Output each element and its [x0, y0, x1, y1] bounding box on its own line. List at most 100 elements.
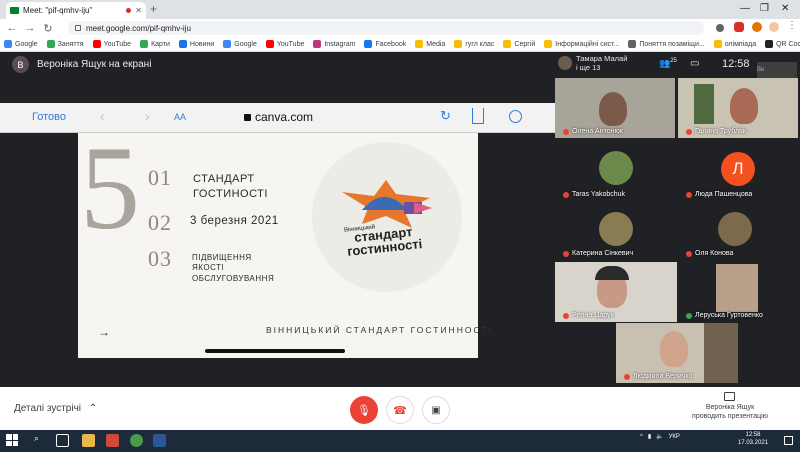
slide-footer: ВІННИЦЬКИЙ СТАНДАРТ ГОСТИННОСТІ	[266, 325, 493, 335]
volume-icon[interactable]: 🔈	[656, 433, 663, 440]
bookmark-favicon-icon	[223, 40, 232, 48]
chrome-icon[interactable]	[130, 434, 143, 447]
bookmark-item[interactable]: Сергій	[503, 40, 535, 48]
participant-tile[interactable]: Леруська Гуртовенко	[678, 262, 800, 322]
file-explorer-icon[interactable]	[82, 434, 95, 447]
leave-call-button[interactable]: ☎	[386, 396, 414, 424]
reload-icon[interactable]: ↻	[42, 22, 54, 35]
bookmark-item[interactable]: Заняття	[46, 40, 84, 48]
slide-item-text: ПІДВИЩЕННЯ ЯКОСТІ ОБСЛУГОВУВАННЯ	[192, 253, 275, 283]
bookmark-favicon-icon	[46, 40, 55, 48]
participant-tile[interactable]: Л Люда Пашенцова	[678, 141, 798, 201]
camera-toggle-button[interactable]: ▣	[422, 396, 450, 424]
maximize-icon[interactable]: ❐	[760, 3, 769, 14]
shared-reload-icon: ↻	[440, 108, 451, 123]
search-icon[interactable]: ⌕	[34, 433, 39, 444]
mic-off-icon	[563, 128, 569, 135]
meet-time: 12:58	[722, 58, 750, 70]
keyboard-language[interactable]: УКР	[669, 434, 680, 440]
participant-tile[interactable]: Оля Конова	[678, 200, 798, 260]
back-icon[interactable]: ←	[6, 22, 18, 34]
mic-off-icon	[563, 250, 569, 257]
menu-icon[interactable]: ⋮	[787, 20, 797, 31]
meeting-details-button[interactable]: Деталі зустрічі ⌃	[14, 403, 97, 414]
mic-off-icon	[686, 250, 692, 257]
mic-off-icon: 🎙	[357, 404, 371, 417]
plant-background	[694, 84, 714, 124]
bookmark-item[interactable]: Facebook	[364, 40, 406, 48]
participant-tile[interactable]: Олена Антонюк	[555, 78, 675, 138]
participant-initial-avatar: Л	[721, 152, 755, 186]
bookmark-item[interactable]: Google	[4, 40, 38, 48]
chevron-up-tray-icon[interactable]: ^	[640, 434, 643, 440]
recording-dot-icon	[126, 8, 132, 13]
notifications-icon[interactable]	[784, 436, 793, 445]
windows-start-icon[interactable]	[6, 434, 18, 446]
mic-off-icon	[624, 373, 630, 380]
participant-avatar	[599, 151, 633, 185]
word-icon[interactable]	[153, 434, 166, 447]
star-icon[interactable]	[716, 24, 724, 32]
bookmark-favicon-icon	[713, 40, 722, 48]
participant-tile[interactable]: Taras Yakobchuk	[555, 141, 675, 201]
bookmark-item[interactable]: олімпіада	[713, 40, 756, 48]
bookmark-favicon-icon	[544, 40, 553, 48]
slide-item-number: 01	[148, 165, 172, 190]
address-bar[interactable]: meet.google.com/pif-qmhv-iju	[68, 21, 704, 35]
participant-tile[interactable]: Людмила Величко	[616, 323, 738, 383]
presenting-status[interactable]: Вероніка Ящук проводить презентацію	[690, 404, 770, 422]
bookmark-favicon-icon	[178, 40, 187, 48]
meet-favicon-icon	[10, 7, 19, 14]
bookmark-favicon-icon	[628, 40, 637, 48]
participant-avatar	[599, 212, 633, 246]
share-icon	[472, 108, 484, 124]
mic-off-icon	[563, 312, 569, 319]
bookmark-item[interactable]: Google	[223, 40, 257, 48]
home-indicator	[205, 349, 345, 353]
tab-title: Meet: "pif-qmhv-iju"	[23, 6, 93, 15]
present-icon[interactable]	[724, 392, 735, 401]
network-icon[interactable]: ▮	[648, 433, 651, 440]
forward-icon[interactable]: →	[24, 22, 36, 34]
taskbar-clock[interactable]: 12:58 17.03.2021	[738, 432, 768, 448]
camera-icon: ▣	[431, 404, 441, 416]
bookmark-favicon-icon	[92, 40, 101, 48]
speaker-avatar	[558, 56, 572, 70]
new-tab-button[interactable]: +	[150, 2, 157, 16]
minimize-icon[interactable]: —	[740, 3, 750, 14]
close-window-icon[interactable]: ✕	[781, 3, 789, 14]
extension-icon-2[interactable]	[752, 22, 762, 32]
bookmark-item[interactable]: YouTube	[265, 40, 304, 48]
people-button[interactable]: 👥25	[659, 58, 677, 69]
bookmark-item[interactable]: YouTube	[92, 40, 131, 48]
bookmark-item[interactable]: Instagram	[313, 40, 355, 48]
bookmark-favicon-icon	[454, 40, 463, 48]
chat-icon[interactable]: ▭	[690, 58, 699, 69]
bookmark-item[interactable]: Карти	[140, 40, 170, 48]
shared-forward-icon: ›	[145, 108, 150, 124]
presenter-avatar: В	[12, 56, 29, 73]
profile-avatar[interactable]	[769, 22, 779, 32]
bookmark-item[interactable]: Новини	[178, 40, 214, 48]
mic-toggle-button[interactable]: 🎙	[350, 396, 378, 424]
participant-tile[interactable]: Катерина Сінкевич	[555, 200, 675, 260]
slide-big-number: 5	[80, 121, 140, 254]
shared-lock-icon	[244, 113, 251, 121]
bookmark-item[interactable]: Media	[415, 40, 445, 48]
participant-tile[interactable]: Галина Трубляк	[678, 78, 798, 138]
close-tab-icon[interactable]: ✕	[135, 6, 142, 15]
bookmark-item[interactable]: Інформаційні сист...	[544, 40, 619, 48]
app-icon[interactable]	[106, 434, 119, 447]
bookmark-item[interactable]: QR Coder - Генера...	[765, 40, 800, 48]
lock-icon	[75, 25, 81, 31]
extension-icon[interactable]	[734, 22, 744, 32]
shared-domain: canva.com	[255, 110, 314, 124]
bookmark-item[interactable]: Поняття позаміщи...	[628, 40, 705, 48]
task-view-icon[interactable]	[56, 434, 69, 447]
bookmark-item[interactable]: гугл клас	[454, 40, 494, 48]
participant-tile[interactable]: Регіна Царук	[555, 262, 677, 322]
browser-tab[interactable]: Meet: "pif-qmhv-iju" ✕	[6, 2, 146, 19]
participant-face	[660, 331, 688, 367]
done-button: Готово	[32, 111, 66, 123]
chevron-up-icon: ⌃	[88, 403, 98, 414]
